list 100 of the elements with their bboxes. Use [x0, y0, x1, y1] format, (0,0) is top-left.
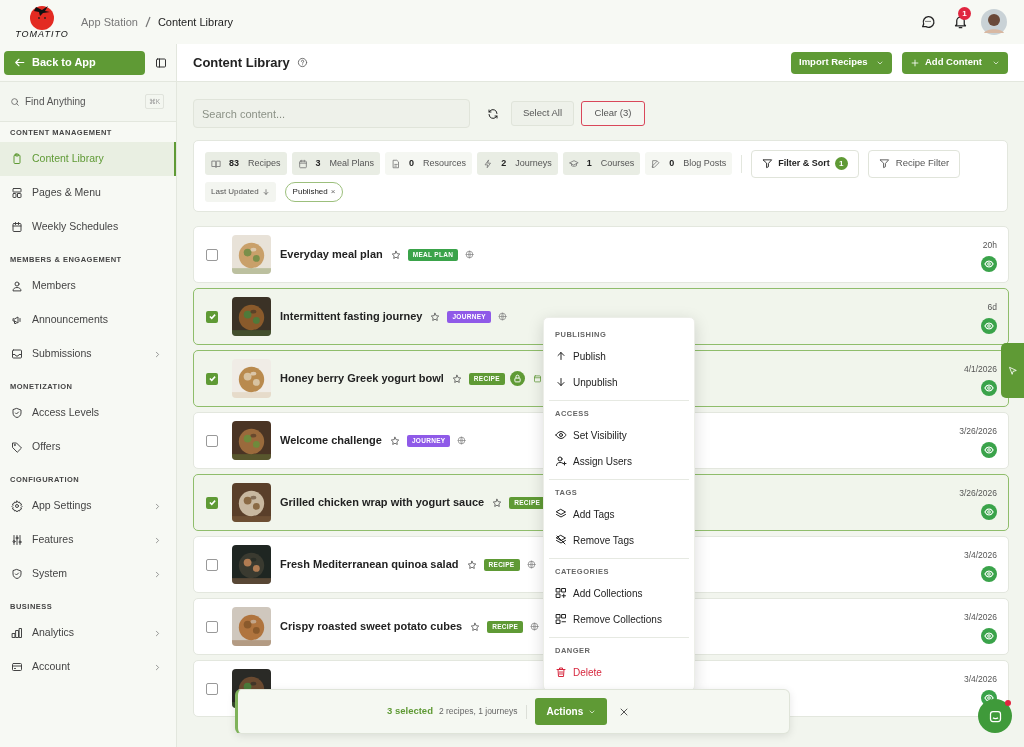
row-title[interactable]: Welcome challenge	[280, 432, 382, 449]
breadcrumb-separator-icon	[143, 16, 152, 28]
sidebar-item[interactable]: Features	[0, 523, 176, 557]
layout-icon	[11, 187, 23, 199]
sidebar-toggle-icon[interactable]	[155, 56, 167, 69]
row-title[interactable]: Intermittent fasting journey	[280, 308, 423, 325]
plus-icon	[910, 57, 920, 68]
updated-time: 3/4/2026	[963, 610, 997, 624]
remove-filter-button[interactable]: ×	[330, 186, 336, 198]
logo-text: TOMATITO	[15, 29, 69, 39]
row-checkbox[interactable]	[206, 558, 218, 571]
updated-time: 3/4/2026	[963, 672, 997, 686]
star-icon[interactable]	[466, 559, 477, 570]
star-icon[interactable]	[390, 249, 401, 260]
menu-item[interactable]: Remove Collections	[549, 606, 689, 632]
published-eye-icon[interactable]	[981, 380, 997, 397]
sort-chip[interactable]: Last Updated	[205, 182, 276, 202]
row-checkbox[interactable]	[206, 682, 218, 695]
star-icon[interactable]	[470, 621, 481, 632]
search-icon	[10, 96, 20, 107]
row-checkbox[interactable]	[206, 496, 218, 509]
sidebar-item[interactable]: Members	[0, 269, 176, 303]
chevron-right-icon	[153, 501, 162, 511]
chevron-right-icon	[153, 569, 162, 579]
stat-chip[interactable]: 0 Resources	[385, 152, 473, 175]
breadcrumb-item: Content Library	[157, 14, 234, 30]
menu-item[interactable]: Assign Users	[549, 448, 689, 474]
stat-chip[interactable]: 83 Recipes	[205, 152, 287, 175]
published-eye-icon[interactable]	[981, 442, 997, 459]
published-eye-icon[interactable]	[981, 318, 997, 335]
chevron-right-icon	[153, 349, 162, 359]
published-eye-icon[interactable]	[981, 566, 997, 583]
chat-icon[interactable]	[920, 14, 936, 30]
grid-minus-icon	[555, 613, 567, 625]
menu-item[interactable]: Set Visibility	[549, 422, 689, 448]
notification-bell-icon[interactable]	[953, 14, 968, 30]
avatar[interactable]	[981, 9, 1007, 35]
sidebar-item[interactable]: Weekly Schedules	[0, 210, 176, 244]
stat-chip[interactable]: 0 Blog Posts	[645, 152, 733, 175]
sidebar-item[interactable]: Pages & Menu	[0, 176, 176, 210]
select-all-button[interactable]: Select All	[511, 101, 574, 126]
clear-button[interactable]: Clear (3)	[581, 101, 645, 126]
stat-chip[interactable]: 2 Journeys	[477, 152, 558, 175]
menu-item[interactable]: Publish	[549, 343, 689, 369]
star-icon[interactable]	[430, 311, 441, 322]
filter-sort-button[interactable]: Filter & Sort 1	[751, 149, 859, 178]
sliders-icon	[11, 534, 23, 546]
published-eye-icon[interactable]	[981, 504, 997, 521]
row-title[interactable]: Honey berry Greek yogurt bowl	[280, 370, 444, 387]
row-title[interactable]: Crispy roasted sweet potato cubes	[280, 618, 463, 635]
row-title[interactable]: Fresh Mediterranean quinoa salad	[280, 556, 459, 573]
row-checkbox[interactable]	[206, 620, 218, 633]
row-title[interactable]: Everyday meal plan	[280, 246, 383, 263]
row-checkbox[interactable]	[206, 248, 218, 261]
arrow-left-icon	[13, 56, 26, 69]
shield-check-icon	[11, 568, 23, 580]
published-eye-icon[interactable]	[981, 256, 997, 273]
users-icon	[11, 280, 23, 292]
menu-item[interactable]: Delete	[549, 659, 689, 685]
search-placeholder: Find Anything	[25, 95, 87, 109]
row-checkbox[interactable]	[206, 372, 218, 385]
arrow-down-icon	[555, 376, 567, 388]
side-tab[interactable]	[1001, 343, 1024, 398]
edit-icon	[651, 158, 662, 169]
settings-icon	[11, 500, 23, 512]
menu-item[interactable]: Remove Tags	[549, 527, 689, 553]
star-icon[interactable]	[451, 373, 462, 384]
selection-summary: 2 recipes, 1 journeys	[438, 705, 518, 718]
chat-launcher-button[interactable]	[978, 699, 1012, 733]
row-checkbox[interactable]	[206, 434, 218, 447]
sidebar-item[interactable]: Submissions	[0, 337, 176, 371]
tag-icon	[11, 441, 23, 453]
updated-time: 3/26/2026	[959, 424, 997, 438]
stat-chip[interactable]: 3 Meal Plans	[291, 152, 381, 175]
stat-chip[interactable]: 1 Courses	[562, 152, 641, 175]
book-icon	[211, 158, 221, 169]
recipe-filter-button[interactable]: Recipe Filter	[867, 149, 961, 178]
breadcrumb-item[interactable]: App Station	[81, 13, 138, 31]
sidebar-item[interactable]: Account	[0, 650, 176, 684]
star-icon[interactable]	[492, 497, 503, 508]
filter-icon	[762, 158, 774, 169]
sidebar-item[interactable]: App Settings	[0, 489, 176, 523]
sidebar-item[interactable]: System	[0, 557, 176, 591]
row-title[interactable]: Grilled chicken wrap with yogurt sauce	[280, 494, 485, 511]
refresh-icon[interactable]	[487, 107, 499, 120]
star-icon[interactable]	[389, 435, 400, 446]
menu-item[interactable]: Add Collections	[549, 580, 689, 606]
sidebar-item[interactable]: Announcements	[0, 303, 176, 337]
sidebar-item[interactable]: Analytics	[0, 616, 176, 650]
menu-item[interactable]: Unpublish	[549, 369, 689, 395]
help-icon[interactable]	[296, 57, 308, 68]
credit-card-icon	[11, 661, 23, 673]
row-checkbox[interactable]	[206, 310, 218, 323]
cursor-icon	[1007, 365, 1018, 376]
sidebar-item[interactable]: Offers	[0, 430, 176, 464]
published-eye-icon[interactable]	[981, 628, 997, 645]
menu-item[interactable]: Add Tags	[549, 501, 689, 527]
search-content-field[interactable]: Search content...	[193, 99, 470, 128]
sidebar-item[interactable]: Access Levels	[0, 396, 176, 430]
updated-time: 6d	[987, 300, 997, 314]
